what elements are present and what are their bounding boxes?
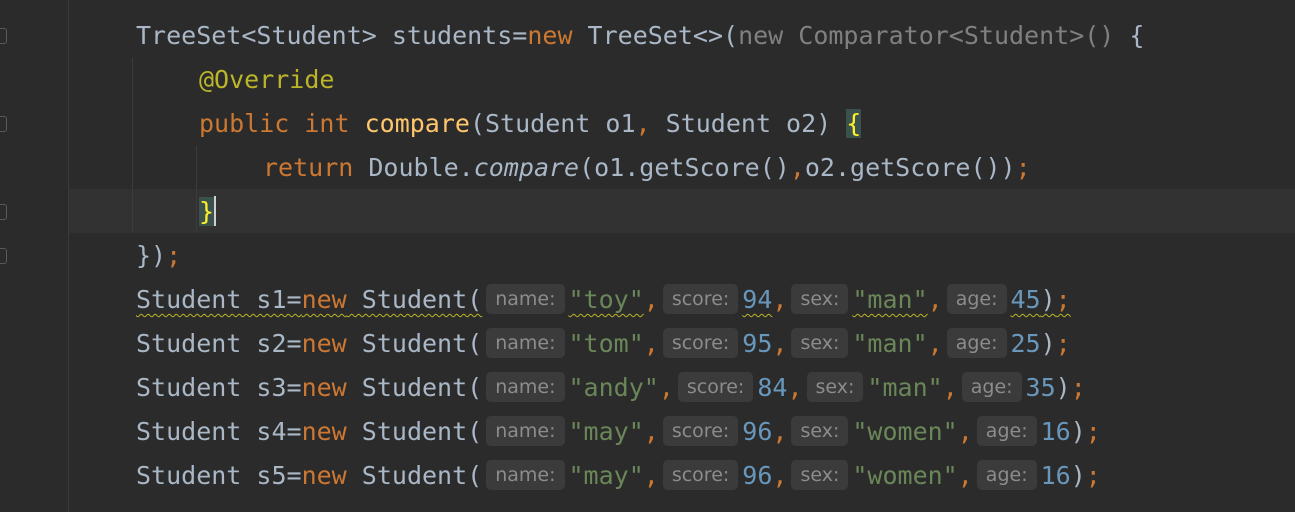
param-hint-sex: sex: [791, 460, 849, 490]
fold-marker-icon[interactable] [0, 204, 7, 220]
matched-brace: } [199, 197, 215, 226]
param-hint-score: score: [662, 328, 739, 358]
fold-marker-icon[interactable] [0, 116, 7, 132]
fold-marker-icon[interactable] [0, 248, 7, 264]
param-hint-score: score: [662, 284, 739, 314]
param-hint-name: name: [486, 372, 565, 402]
code-line-student-s2: Student s2=new Student(name: "tom", score:… [136, 328, 1071, 358]
code-line-treeset: TreeSet<Student> students=new TreeSet<>(… [136, 21, 1145, 50]
code-line-student-s3: Student s3=new Student(name: "andy", score… [136, 372, 1086, 402]
code-line-close-brace: } [199, 190, 217, 234]
param-hint-age: age: [946, 328, 1007, 358]
param-hint-age: age: [946, 284, 1007, 314]
code-line-method-signature: public int compare(Student o1, Student o… [199, 109, 862, 138]
code-line-student-s4: Student s4=new Student(name: "may", score:… [136, 416, 1101, 446]
current-line-highlight [69, 189, 1295, 233]
fold-marker-icon[interactable] [0, 28, 7, 44]
param-hint-age: age: [976, 460, 1037, 490]
param-hint-sex: sex: [791, 328, 849, 358]
code-line-override: @Override [199, 65, 335, 94]
editor-gutter[interactable] [0, 0, 69, 512]
code-line-close-anon: }); [136, 241, 182, 270]
code-line-student-s1: Student s1=new Student(name: "toy", score:… [136, 284, 1071, 314]
param-hint-sex: sex: [791, 416, 849, 446]
param-hint-name: name: [486, 460, 565, 490]
param-hint-sex: sex: [806, 372, 864, 402]
text-caret [214, 196, 217, 226]
param-hint-score: score: [662, 460, 739, 490]
indent-guide [132, 58, 133, 232]
param-hint-name: name: [486, 284, 565, 314]
code-line-return: return Double.compare(o1.getScore(),o2.g… [263, 153, 1031, 182]
indent-guide [196, 146, 197, 232]
param-hint-name: name: [486, 416, 565, 446]
param-hint-sex: sex: [791, 284, 849, 314]
code-line-student-s5: Student s5=new Student(name: "may", score:… [136, 460, 1101, 490]
param-hint-name: name: [486, 328, 565, 358]
param-hint-age: age: [976, 416, 1037, 446]
param-hint-score: score: [677, 372, 754, 402]
code-editor[interactable]: TreeSet<Student> students=new TreeSet<>(… [69, 0, 1295, 512]
param-hint-age: age: [961, 372, 1022, 402]
matched-brace: { [846, 109, 862, 138]
param-hint-score: score: [662, 416, 739, 446]
